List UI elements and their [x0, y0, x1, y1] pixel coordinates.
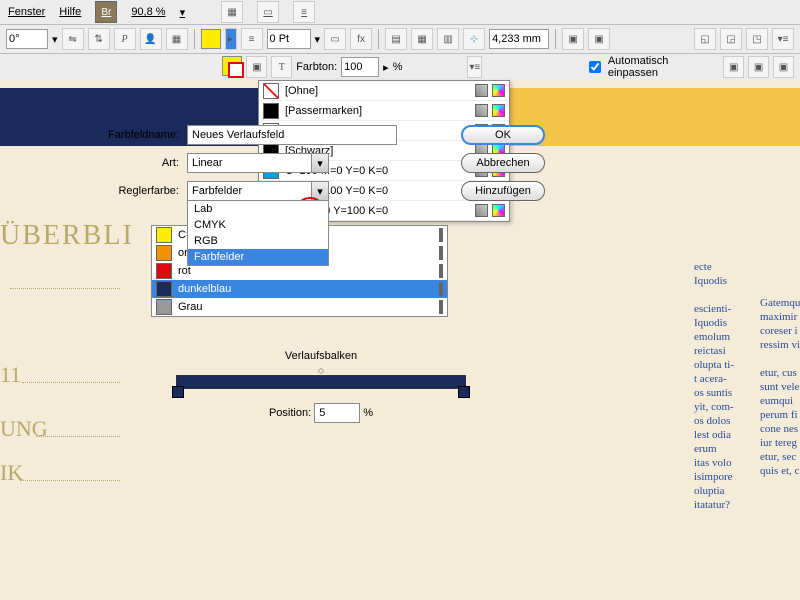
zoom-dropdown-icon[interactable]: ▾	[180, 6, 186, 19]
menu-fenster[interactable]: Fenster	[8, 6, 45, 18]
dropdown-icon[interactable]: ▾	[311, 154, 328, 172]
body-text-col2: Gatemqu maximir coreser i ressim vi etur…	[760, 296, 800, 478]
zoom-level[interactable]: 90,8 %	[131, 6, 165, 18]
autofit-label: Automatisch einpassen	[608, 55, 715, 79]
fit-icon[interactable]: ▣	[588, 28, 610, 50]
type-label: Art:	[19, 157, 187, 169]
formatting-text-icon[interactable]: T	[271, 56, 292, 78]
char-style-icon[interactable]: 👤	[140, 28, 162, 50]
dropdown-option[interactable]: CMYK	[188, 217, 328, 233]
screen-mode-icon[interactable]: ▭	[257, 1, 279, 23]
fit-icon[interactable]: ▣	[562, 28, 584, 50]
dropdown-icon[interactable]: ▾	[311, 182, 328, 200]
tint-input[interactable]	[341, 57, 379, 77]
type-dropdown[interactable]: Linear ▾	[187, 153, 329, 173]
view-mode-icon[interactable]: ▦	[221, 1, 243, 23]
panel-menu-icon[interactable]: ▾≡	[467, 56, 482, 78]
effects-icon[interactable]: fx	[350, 28, 372, 50]
text-wrap-icon[interactable]: ▦	[166, 28, 188, 50]
gradient-ramp: Verlaufsbalken ◇ Position: %	[176, 350, 466, 423]
stopcolor-label: Reglerfarbe:	[19, 185, 187, 197]
dropdown-option[interactable]: Lab	[188, 201, 328, 217]
new-gradient-dialog: Neues Verlaufsfeld Farbfeldname: Art: Li…	[0, 81, 568, 423]
corner-icon[interactable]: ◳	[746, 28, 768, 50]
corner-icon[interactable]: ◱	[694, 28, 716, 50]
fit-icon[interactable]: ▣	[748, 56, 769, 78]
color-row[interactable]: dunkelblau	[152, 280, 447, 298]
color-name: Grau	[178, 301, 433, 313]
swatch-name: [Ohne]	[285, 85, 318, 97]
flip-h-icon[interactable]: ⇋	[62, 28, 84, 50]
dropdown-icon[interactable]: ▾	[52, 33, 58, 46]
panel-menu-icon[interactable]: ▾≡	[772, 28, 794, 50]
align-icon[interactable]: ▤	[385, 28, 407, 50]
swatchname-label: Farbfeldname:	[19, 129, 187, 141]
body-text-col1: ecte Iquodis escienti- Iquodis emolum re…	[694, 260, 734, 512]
paragraph-style-icon[interactable]: P	[114, 28, 136, 50]
fit-icon[interactable]: ▣	[773, 56, 794, 78]
fill-swatch[interactable]	[201, 29, 221, 49]
gradient-stop[interactable]	[458, 386, 470, 398]
text-ik: IK	[0, 460, 23, 486]
tint-label: Farbton:	[296, 61, 337, 73]
stroke-weight-icon[interactable]: ≡	[241, 28, 263, 50]
position-label: Position:	[269, 407, 311, 419]
cancel-button[interactable]: Abbrechen	[461, 153, 545, 173]
dropdown-option-selected[interactable]: Farbfelder	[188, 249, 328, 265]
dropdown-icon[interactable]: ▾	[315, 33, 321, 46]
corner-icon[interactable]: ◲	[720, 28, 742, 50]
ramp-label: Verlaufsbalken	[176, 350, 466, 362]
gradient-stop[interactable]	[172, 386, 184, 398]
stroke-proxy-icon[interactable]	[228, 62, 244, 78]
stroke-input[interactable]	[267, 29, 311, 49]
color-name: dunkelblau	[178, 283, 433, 295]
ok-button[interactable]: OK	[461, 125, 545, 145]
measure-input[interactable]	[489, 29, 549, 49]
stopcolor-dropdown-list: Lab CMYK RGB Farbfelder	[187, 200, 329, 266]
align-icon[interactable]: ▥	[437, 28, 459, 50]
stopcolor-dropdown[interactable]: Farbfelder ▾ Lab CMYK RGB Farbfelder	[187, 181, 329, 201]
gradient-bar[interactable]	[176, 375, 466, 389]
bridge-button[interactable]: Br	[95, 1, 117, 23]
tint-unit: %	[393, 61, 403, 73]
dropdown-option[interactable]: RGB	[188, 233, 328, 249]
swatch-toolbar: ▣ T Farbton: ▸ % ▾≡ Automatisch einpasse…	[0, 54, 800, 81]
flip-v-icon[interactable]: ⇅	[88, 28, 110, 50]
tint-slider-icon[interactable]: ▸	[383, 61, 389, 74]
color-name: rot	[178, 265, 433, 277]
menubar: Fenster Hilfe Br 90,8 % ▾ ▦ ▭ ≡	[0, 0, 800, 25]
stroke-style-icon[interactable]: ▭	[324, 28, 346, 50]
formatting-container-icon[interactable]: ▣	[246, 56, 267, 78]
control-toolbar: ▾ ⇋ ⇅ P 👤 ▦ ▸ ≡ ▾ ▭ fx ▤ ▦ ▥ ⊹ ▣ ▣ ◱ ◲ ◳…	[0, 25, 800, 54]
color-row[interactable]: Grau	[152, 298, 447, 316]
coords-icon[interactable]: ⊹	[463, 28, 485, 50]
arrange-icon[interactable]: ≡	[293, 1, 315, 23]
position-unit: %	[363, 407, 373, 419]
menu-hilfe[interactable]: Hilfe	[59, 6, 81, 18]
swatchname-input[interactable]	[187, 125, 397, 145]
position-input[interactable]	[314, 403, 360, 423]
fit-icon[interactable]: ▣	[723, 56, 744, 78]
autofit-checkbox[interactable]	[589, 61, 601, 73]
add-button[interactable]: Hinzufügen	[461, 181, 545, 201]
align-icon[interactable]: ▦	[411, 28, 433, 50]
fill-dropdown-icon[interactable]: ▸	[225, 28, 237, 50]
swatch-row[interactable]: [Ohne]	[259, 81, 509, 101]
rotation-input[interactable]	[6, 29, 48, 49]
